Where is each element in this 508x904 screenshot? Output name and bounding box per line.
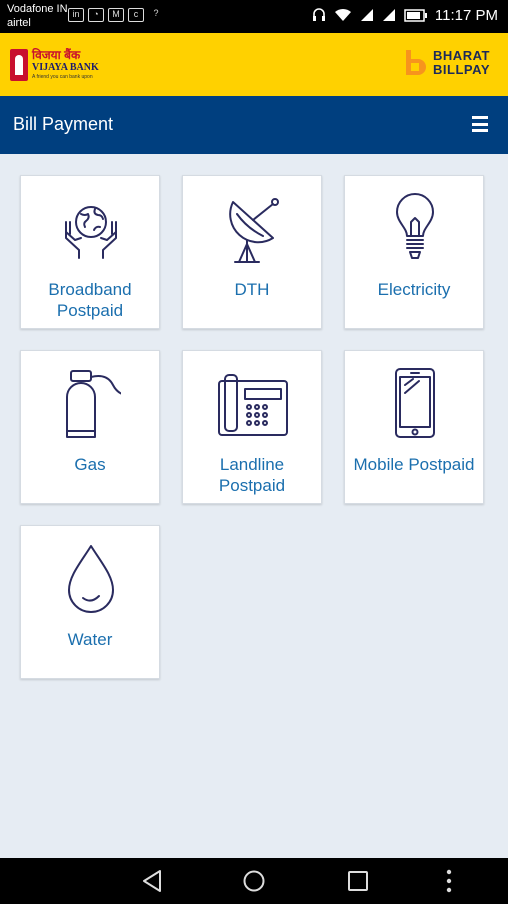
carrier-info: Vodafone IN airtel [7,2,68,30]
citi-icon: c [128,8,144,22]
back-icon[interactable] [140,868,166,894]
category-label: Broadband Postpaid [48,280,132,320]
recents-icon[interactable] [345,868,371,894]
category-tile-mobile-postpaid[interactable]: Mobile Postpaid [344,350,484,504]
system-icons [312,8,428,22]
satellite-dish-icon [229,198,279,263]
bbps-line-2: BILLPAY [433,62,490,77]
bank-name: VIJAYA BANK [32,62,99,73]
category-label: DTH [234,280,270,299]
bank-emblem-icon [10,49,28,81]
carrier-line-2: airtel [7,17,31,29]
carrier-line-1: Vodafone IN [7,3,68,15]
signal-icon [383,9,395,21]
gas-cylinder-icon [66,370,121,438]
landline-phone-icon [218,374,288,436]
bank-tagline: A friend you can bank upon [32,74,93,80]
category-label: Landline Postpaid [218,455,286,495]
vijaya-bank-logo: विजया बैंक VIJAYA BANK A friend you can … [10,47,120,83]
page-title: Bill Payment [13,114,114,134]
bharat-billpay-logo: BHARAT BILLPAY [403,48,490,78]
gmail-icon: M [108,8,124,22]
linkedin-icon: in [68,8,84,22]
mobile-phone-icon [395,368,435,438]
category-tile-dth[interactable]: DTH [182,175,322,329]
bbps-line-1: BHARAT [433,48,490,63]
bbps-b-icon [406,50,427,75]
globe-hands-icon [65,206,117,259]
more-icon[interactable] [436,868,462,894]
clock: 11:17 PM [434,7,498,24]
status-bar: Vodafone IN airtel in ◔ M c ? 11:17 PM [0,0,508,33]
home-icon[interactable] [241,868,267,894]
category-label: Water [67,630,113,649]
brand-bar: विजया बैंक VIJAYA BANK A friend you can … [0,33,508,96]
category-tile-gas[interactable]: Gas [20,350,160,504]
light-bulb-icon [396,193,434,259]
bank-name-hindi: विजया बैंक [32,48,81,62]
category-tile-electricity[interactable]: Electricity [344,175,484,329]
category-tile-broadband-postpaid[interactable]: Broadband Postpaid [20,175,160,329]
wifi-question-icon: ? [153,8,159,18]
notification-icons: in ◔ M c ? [68,8,164,22]
category-label: Gas [74,455,106,474]
app-header: Bill Payment [0,96,508,154]
system-nav-bar [0,858,508,904]
hamburger-menu-icon[interactable] [472,116,488,132]
battery-icon [404,8,427,22]
category-label: Mobile Postpaid [353,455,475,474]
signal-icon [361,9,373,21]
category-label: Electricity [377,280,451,299]
whatsapp-icon: ◔ [88,8,104,22]
wifi-icon [335,8,351,21]
headset-icon [313,8,325,21]
water-drop-icon [68,545,114,613]
category-tile-water[interactable]: Water [20,525,160,679]
category-tile-landline-postpaid[interactable]: Landline Postpaid [182,350,322,504]
